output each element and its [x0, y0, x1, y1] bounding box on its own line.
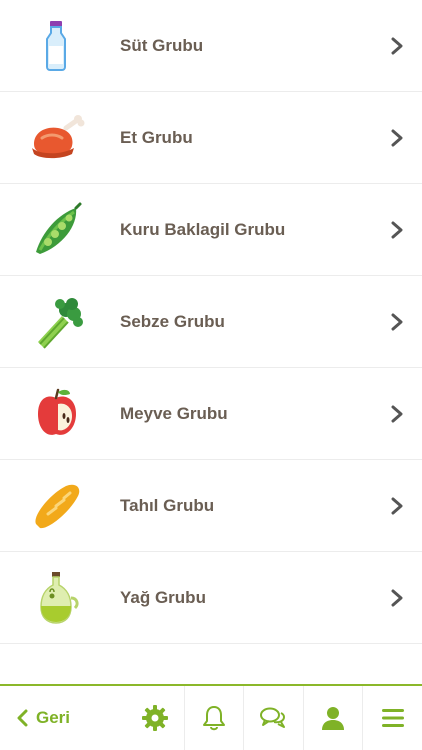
apple-icon	[26, 384, 86, 444]
bottom-tab-bar: Geri	[0, 684, 422, 750]
list-item-label: Tahıl Grubu	[120, 496, 215, 515]
list-item-meyve-grubu[interactable]: Meyve Grubu	[0, 368, 422, 460]
messages-tab[interactable]	[243, 686, 301, 750]
chevron-right-icon	[391, 405, 403, 423]
food-group-list: Süt Grubu Et Grubu Kuru Baklagil Grubu S…	[0, 0, 422, 644]
chevron-right-icon	[391, 589, 403, 607]
list-item-sut-grubu[interactable]: Süt Grubu	[0, 0, 422, 92]
menu-tab[interactable]	[362, 686, 422, 750]
menu-icon	[381, 709, 404, 727]
chevron-right-icon	[391, 221, 403, 239]
milk-bottle-icon	[26, 16, 86, 76]
back-button[interactable]: Geri	[16, 686, 70, 750]
settings-tab[interactable]	[126, 686, 184, 750]
chevron-left-icon	[17, 709, 28, 727]
list-item-label: Meyve Grubu	[120, 404, 228, 423]
bell-icon	[202, 706, 225, 731]
list-item-label: Sebze Grubu	[120, 312, 225, 331]
profile-tab[interactable]	[303, 686, 361, 750]
chevron-right-icon	[391, 497, 403, 515]
bread-icon	[26, 476, 86, 536]
list-item-label: Süt Grubu	[120, 36, 204, 55]
list-item-tahil-grubu[interactable]: Tahıl Grubu	[0, 460, 422, 552]
gear-icon	[142, 705, 168, 731]
chevron-right-icon	[391, 129, 403, 147]
celery-icon	[26, 292, 86, 352]
list-item-label: Yağ Grubu	[120, 588, 206, 607]
roast-chicken-icon	[26, 108, 86, 168]
list-item-yag-grubu[interactable]: Yağ Grubu	[0, 552, 422, 644]
list-item-et-grubu[interactable]: Et Grubu	[0, 92, 422, 184]
chat-icon	[259, 707, 285, 728]
notifications-tab[interactable]	[184, 686, 242, 750]
user-icon	[321, 707, 344, 730]
olive-oil-icon	[26, 568, 86, 628]
chevron-right-icon	[391, 313, 403, 331]
list-item-kuru-baklagil-grubu[interactable]: Kuru Baklagil Grubu	[0, 184, 422, 276]
back-label: Geri	[36, 708, 71, 727]
list-item-label: Et Grubu	[120, 128, 193, 147]
chevron-right-icon	[391, 37, 403, 55]
peas-pod-icon	[26, 200, 86, 260]
list-item-label: Kuru Baklagil Grubu	[120, 220, 286, 239]
list-item-sebze-grubu[interactable]: Sebze Grubu	[0, 276, 422, 368]
